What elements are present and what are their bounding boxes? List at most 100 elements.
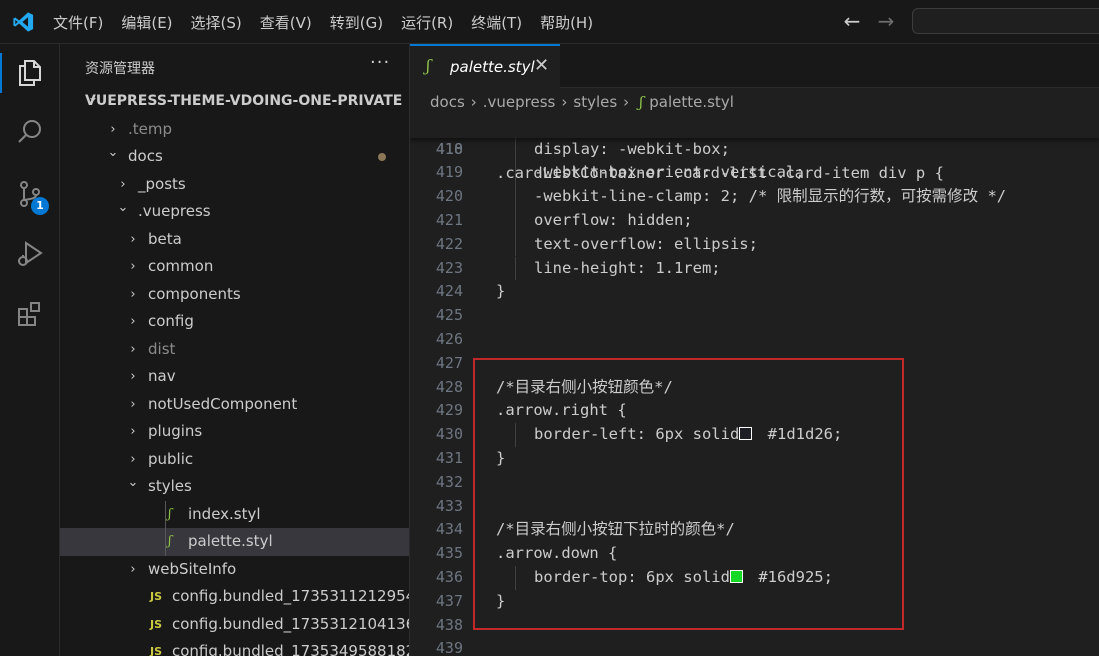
tree-item-label: config.bundled_1735312104136.mjs: [172, 614, 409, 633]
extensions-button[interactable]: [0, 290, 60, 338]
code-token: overflow: hidden;: [534, 210, 693, 229]
tree-folder[interactable]: › components: [60, 281, 409, 309]
chevron-right-icon: ›: [130, 341, 136, 357]
tree-folder[interactable]: ⌄ .vuepress: [60, 198, 409, 226]
code-line[interactable]: 420 -webkit-line-clamp: 2; /* 限制显示的行数，可按需…: [410, 185, 1099, 209]
explorer-button[interactable]: [0, 49, 60, 97]
editor-tab-bar: ʃ palette.styl ✕: [410, 44, 1099, 88]
code-line[interactable]: 422 text-overflow: ellipsis;: [410, 232, 1099, 257]
tree-item-label: config.bundled_1735349588182.mjs: [172, 642, 409, 656]
search-button[interactable]: [0, 108, 60, 156]
tree-item-label: _posts: [138, 174, 186, 193]
stylus-file-icon: ʃ: [168, 534, 172, 549]
line-number: 426: [435, 329, 463, 348]
tree-file[interactable]: ʃ palette.styl: [60, 528, 409, 556]
modified-dot-icon: [378, 153, 386, 161]
code-token: text-overflow: ellipsis;: [534, 234, 758, 253]
menu-bar: 文件(F) 编辑(E) 选择(S) 查看(V) 转到(G) 运行(R) 终端(T) 帮助(H): [44, 0, 602, 44]
menu-item[interactable]: 终端(T): [462, 12, 531, 33]
chevron-right-icon: ›: [130, 424, 136, 439]
tree-item-label: dist: [148, 339, 176, 358]
menu-item[interactable]: 运行(R): [392, 12, 462, 33]
tree-item-label: config.bundled_1735311212954.mjs: [172, 587, 409, 605]
tree-folder[interactable]: › beta: [60, 226, 409, 254]
title-bar: 文件(F) 编辑(E) 选择(S) 查看(V) 转到(G) 运行(R) 终端(T) 帮助(H)…: [0, 0, 1099, 44]
menu-item[interactable]: 选择(S): [182, 12, 251, 33]
tree-folder[interactable]: › common: [60, 253, 409, 281]
run-debug-button[interactable]: [0, 230, 60, 278]
code-text: text-overflow: ellipsis;: [534, 233, 758, 257]
tree-file[interactable]: ʃ index.styl: [60, 501, 409, 529]
breadcrumb-item[interactable]: styles: [573, 93, 617, 111]
line-number: 423: [435, 258, 463, 277]
command-center-search[interactable]: [912, 8, 1099, 34]
tree-folder[interactable]: › dist: [60, 336, 409, 364]
menu-item[interactable]: 查看(V): [251, 12, 321, 33]
tab-palette-styl[interactable]: ʃ palette.styl ✕: [410, 44, 560, 88]
chevron-right-icon: ›: [130, 259, 136, 274]
code-text: }: [496, 280, 505, 304]
tree-folder[interactable]: › public: [60, 446, 409, 474]
tree-folder[interactable]: ⌄ docs: [60, 143, 409, 171]
tree-folder[interactable]: › webSiteInfo: [60, 556, 409, 584]
chevron-right-icon: ›: [130, 369, 136, 384]
code-token: line-height: 1.1rem;: [534, 258, 721, 277]
breadcrumb-separator-icon: ›: [470, 93, 477, 111]
line-number: 424: [435, 282, 463, 301]
menu-item[interactable]: 编辑(E): [112, 12, 181, 33]
line-number: 431: [435, 448, 463, 467]
tree-folder[interactable]: ⌄ styles: [60, 473, 409, 501]
tree-item-label: beta: [148, 229, 182, 248]
source-control-button[interactable]: 1: [0, 170, 60, 218]
code-line[interactable]: 421 overflow: hidden;: [410, 208, 1099, 233]
tree-item-label: nav: [148, 367, 176, 385]
tree-file[interactable]: JS config.bundled_1735311212954.mjs: [60, 583, 409, 611]
search-icon: [18, 120, 41, 143]
tree-folder[interactable]: › nav: [60, 363, 409, 391]
tree-item-label: components: [148, 284, 241, 303]
tree-folder[interactable]: › notUsedComponent: [60, 391, 409, 419]
back-arrow-icon[interactable]: ←: [842, 8, 862, 34]
tree-file[interactable]: JS config.bundled_1735349588182.mjs: [60, 638, 409, 656]
breadcrumb-separator-icon: ›: [561, 93, 568, 111]
close-icon[interactable]: ✕: [534, 55, 549, 76]
tree-file[interactable]: JS config.bundled_1735312104136.mjs: [60, 611, 409, 639]
stylus-file-icon: ʃ: [426, 56, 431, 75]
tree-item-label: plugins: [148, 422, 203, 440]
code-line[interactable]: 418 display: -webkit-box;: [410, 137, 1099, 162]
tree-folder[interactable]: › _posts: [60, 171, 409, 199]
tree-root-folder[interactable]: ⌄ VUEPRESS-THEME-VDOING-ONE-PRIVATE: [60, 88, 409, 116]
code-line[interactable]: 425: [410, 304, 1099, 328]
breadcrumb-item[interactable]: palette.styl: [649, 93, 734, 111]
chevron-down-icon: ⌄: [117, 200, 129, 215]
tree-item-label: notUsedComponent: [148, 394, 298, 413]
code-line[interactable]: 426: [410, 328, 1099, 352]
forward-arrow-icon[interactable]: →: [876, 8, 896, 34]
line-number: 436: [435, 567, 463, 586]
tree-folder[interactable]: › plugins: [60, 418, 409, 446]
chevron-right-icon: ›: [130, 231, 136, 247]
sticky-scroll-line[interactable]: 410 .cardListContainer .card-list .card-…: [410, 114, 1099, 182]
breadcrumb-item[interactable]: docs: [430, 93, 465, 111]
breadcrumb-item[interactable]: .vuepress: [483, 93, 556, 111]
line-number: 439: [435, 639, 463, 656]
tree-folder[interactable]: › config: [60, 308, 409, 336]
tree-item-label: docs: [128, 147, 163, 165]
line-number: 410: [435, 139, 463, 158]
code-token: display: -webkit-box;: [534, 139, 730, 158]
menu-item[interactable]: 帮助(H): [531, 12, 602, 33]
indent-guide: [515, 137, 516, 162]
explorer-title: 资源管理器: [85, 61, 155, 77]
menu-item[interactable]: 转到(G): [321, 12, 392, 33]
indent-guide: [515, 185, 516, 209]
more-actions-icon[interactable]: ···: [370, 52, 390, 73]
code-line[interactable]: 423 line-height: 1.1rem;: [410, 256, 1099, 281]
line-number: 432: [435, 472, 463, 491]
menu-item[interactable]: 文件(F): [44, 12, 112, 33]
line-number: 429: [435, 401, 463, 420]
code-line[interactable]: 439: [410, 637, 1099, 656]
tree-item-label: index.styl: [188, 504, 261, 523]
tree-item-label: webSiteInfo: [148, 559, 237, 578]
code-line[interactable]: 424}: [410, 280, 1099, 304]
indent-guide: [515, 256, 516, 281]
